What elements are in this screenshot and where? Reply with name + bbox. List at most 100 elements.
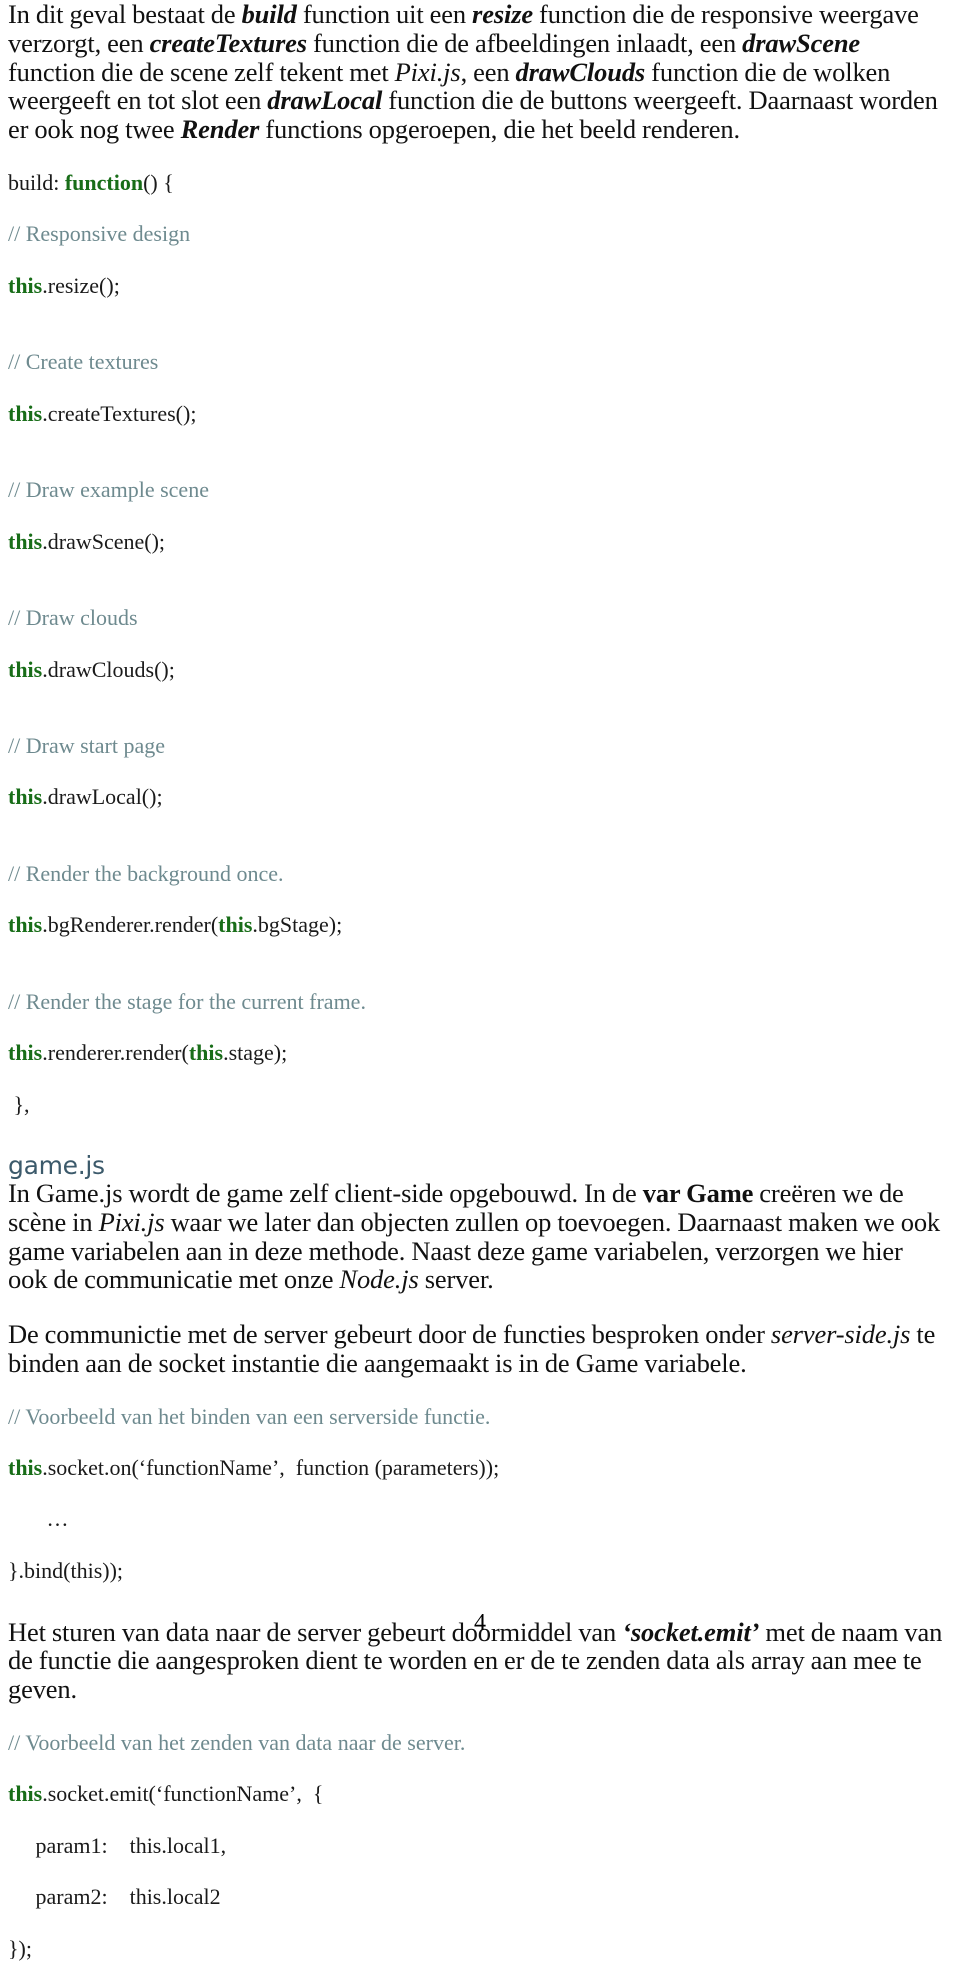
code-token: this [8, 528, 43, 554]
code-token: .drawScene(); [42, 528, 166, 554]
text-run: In dit geval bestaat de [8, 0, 242, 29]
code-line: this.drawLocal(); [8, 784, 948, 810]
code-token: // Voorbeeld van het binden van een serv… [8, 1403, 491, 1429]
section-heading-gamejs: game.js [8, 1150, 105, 1180]
code-token: build: [8, 169, 65, 195]
text-run: var Game [642, 1178, 754, 1209]
text-run: Render [180, 114, 260, 144]
code-token: this [8, 912, 43, 938]
code-token: this [8, 400, 43, 426]
code-token: () { [143, 169, 174, 195]
code-token: param1: this.local1, [8, 1832, 227, 1858]
paragraph-intro: In dit geval bestaat de build function u… [8, 0, 948, 144]
code-token: .stage); [223, 1040, 288, 1066]
text-run: resize [472, 0, 533, 29]
code-token: .createTextures(); [42, 400, 197, 426]
code-token: }.bind(this)); [8, 1557, 124, 1583]
paragraph-communication: De communictie met de server gebeurt doo… [8, 1320, 948, 1378]
code-token: this [188, 1040, 224, 1066]
text-run: createTextures [149, 27, 308, 58]
text-run: drawScene [742, 27, 861, 58]
text-run: Pixi.js [98, 1206, 165, 1237]
text-run: function die de scene zelf tekent met [8, 56, 395, 87]
text-run: drawClouds [515, 56, 646, 87]
code-line: }.bind(this)); [8, 1558, 948, 1584]
code-token: .renderer.render( [42, 1040, 189, 1066]
code-token: // Responsive design [8, 221, 191, 247]
code-token: .resize(); [42, 272, 120, 298]
page-number: 4 [474, 1610, 486, 1636]
code-line: // Voorbeeld van het zenden van data naa… [8, 1730, 948, 1756]
code-token: this [218, 912, 253, 938]
text-run: Node.js [339, 1264, 419, 1295]
code-token: param2: this.local2 [8, 1884, 221, 1910]
code-token: // Render the stage for the current fram… [8, 988, 366, 1014]
code-line: }, [8, 1092, 948, 1118]
code-line: this.drawScene(); [8, 529, 948, 555]
code-token: this [8, 1040, 43, 1066]
code-line: // Draw start page [8, 733, 948, 759]
code-line: // Draw clouds [8, 605, 948, 631]
text-run: function die de afbeeldingen inlaadt, ee… [306, 27, 743, 58]
code-line: … [8, 1506, 948, 1532]
code-token: .drawLocal(); [42, 784, 163, 810]
code-token: .drawClouds(); [42, 656, 175, 682]
text-run: function uit een [296, 0, 473, 29]
code-token: }, [8, 1091, 30, 1117]
text-run: De communictie met de server gebeurt doo… [8, 1319, 771, 1350]
text-run: build [241, 0, 297, 29]
code-token: // Voorbeeld van het zenden van data naa… [8, 1729, 466, 1755]
code-line: this.resize(); [8, 273, 948, 299]
text-run: server-side.js [770, 1319, 911, 1350]
code-block-build: build: function() { // Responsive design… [8, 170, 948, 1118]
code-line: this.renderer.render(this.stage); [8, 1040, 948, 1066]
code-line: param1: this.local1, [8, 1833, 948, 1859]
code-token: // Draw example scene [8, 477, 209, 503]
text-run: drawLocal [267, 85, 383, 116]
code-token: // Draw clouds [8, 605, 138, 631]
code-token: // Create textures [8, 349, 159, 375]
code-line: // Draw example scene [8, 477, 948, 503]
code-block-socket-on: // Voorbeeld van het binden van een serv… [8, 1404, 948, 1584]
code-line: this.drawClouds(); [8, 657, 948, 683]
code-token: }); [8, 1935, 32, 1961]
code-token: // Render the background once. [8, 860, 284, 886]
text-run: , een [460, 56, 516, 87]
code-token: .bgStage); [252, 912, 343, 938]
code-line: this.socket.emit(‘functionName’, { [8, 1781, 948, 1807]
code-line: }); [8, 1936, 948, 1962]
text-run: server. [418, 1264, 494, 1295]
document-page: In dit geval bestaat de build function u… [0, 0, 960, 1961]
code-block-socket-emit: // Voorbeeld van het zenden van data naa… [8, 1730, 948, 1962]
code-token: … [8, 1506, 69, 1532]
code-token: .bgRenderer.render( [42, 912, 219, 938]
text-run: In Game.js wordt de game zelf client-sid… [8, 1178, 643, 1209]
code-token: .socket.on(‘functionName’, function (par… [42, 1454, 500, 1480]
code-token: this [8, 1454, 43, 1480]
code-token: // Draw start page [8, 732, 165, 758]
code-line: // Create textures [8, 349, 948, 375]
code-line: // Render the stage for the current fram… [8, 989, 948, 1015]
code-token: this [8, 784, 43, 810]
code-token: .socket.emit(‘functionName’, { [42, 1781, 324, 1807]
text-run: functions opgeroepen, die het beeld rend… [259, 114, 740, 144]
code-token: this [8, 656, 43, 682]
code-line: this.bgRenderer.render(this.bgStage); [8, 912, 948, 938]
code-token: this [8, 1781, 43, 1807]
code-line: // Voorbeeld van het binden van een serv… [8, 1404, 948, 1430]
paragraph-gamejs-body: In Game.js wordt de game zelf client-sid… [8, 1179, 948, 1294]
code-line: build: function() { [8, 170, 948, 196]
code-token: this [8, 272, 43, 298]
text-run: Pixi.js [394, 56, 461, 87]
